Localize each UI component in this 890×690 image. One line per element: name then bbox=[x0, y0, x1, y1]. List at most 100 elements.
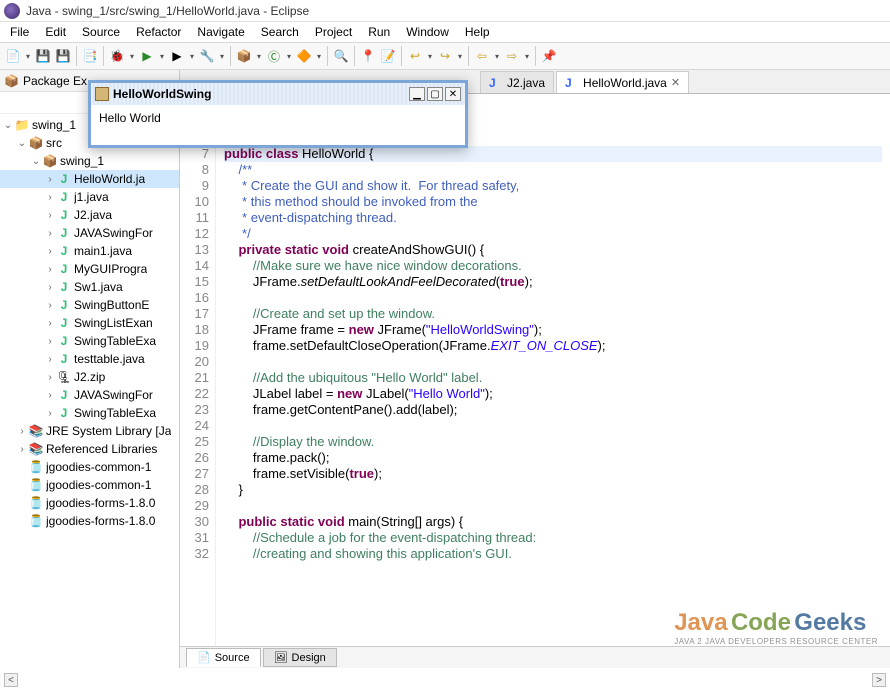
dropdown-icon[interactable]: ▾ bbox=[255, 52, 263, 61]
code-line[interactable]: /** bbox=[224, 162, 882, 178]
project-tree[interactable]: ⌄swing_1⌄src⌄swing_1›HelloWorld.ja›j1.ja… bbox=[0, 114, 179, 668]
code-line[interactable]: */ bbox=[224, 226, 882, 242]
menu-navigate[interactable]: Navigate bbox=[191, 23, 250, 41]
tab-design[interactable]: 🖼Design bbox=[263, 648, 337, 667]
tab-source[interactable]: 📄Source bbox=[186, 648, 261, 667]
forward-icon[interactable]: ⇨ bbox=[503, 47, 521, 65]
code-line[interactable] bbox=[224, 498, 882, 514]
tree-item[interactable]: ›SwingButtonE bbox=[0, 296, 179, 314]
tree-item[interactable]: ›SwingTableExa bbox=[0, 404, 179, 422]
tree-item[interactable]: jgoodies-forms-1.8.0 bbox=[0, 494, 179, 512]
menu-refactor[interactable]: Refactor bbox=[130, 23, 187, 41]
menu-help[interactable]: Help bbox=[459, 23, 496, 41]
code-line[interactable]: * Create the GUI and show it. For thread… bbox=[224, 178, 882, 194]
tree-item[interactable]: ›j1.java bbox=[0, 188, 179, 206]
tree-item[interactable]: ›testtable.java bbox=[0, 350, 179, 368]
code-line[interactable]: private static void createAndShowGUI() { bbox=[224, 242, 882, 258]
dropdown-icon[interactable]: ▾ bbox=[158, 52, 166, 61]
code-line[interactable]: * this method should be invoked from the bbox=[224, 194, 882, 210]
swing-demo-window[interactable]: HelloWorldSwing ▁ ▢ ✕ Hello World bbox=[88, 80, 468, 148]
scroll-right-icon[interactable]: > bbox=[872, 673, 886, 687]
tree-item[interactable]: ›HelloWorld.ja bbox=[0, 170, 179, 188]
menu-window[interactable]: Window bbox=[400, 23, 455, 41]
tree-item[interactable]: ›SwingListExan bbox=[0, 314, 179, 332]
code-line[interactable]: } bbox=[224, 482, 882, 498]
maximize-icon[interactable]: ▢ bbox=[427, 87, 443, 101]
run-icon[interactable]: ▶ bbox=[138, 47, 156, 65]
code-line[interactable] bbox=[224, 354, 882, 370]
menu-project[interactable]: Project bbox=[309, 23, 358, 41]
tree-item[interactable]: ›Referenced Libraries bbox=[0, 440, 179, 458]
code-line[interactable]: //Create and set up the window. bbox=[224, 306, 882, 322]
pin-icon[interactable]: 📌 bbox=[540, 47, 558, 65]
new-icon[interactable]: 📄 bbox=[4, 47, 22, 65]
dropdown-icon[interactable]: ▾ bbox=[24, 52, 32, 61]
menu-edit[interactable]: Edit bbox=[39, 23, 72, 41]
save-icon[interactable]: 💾 bbox=[34, 47, 52, 65]
swing-titlebar[interactable]: HelloWorldSwing ▁ ▢ ✕ bbox=[91, 83, 465, 105]
dropdown-icon[interactable]: ▾ bbox=[188, 52, 196, 61]
tree-item[interactable]: ›MyGUIProgra bbox=[0, 260, 179, 278]
save-all-icon[interactable]: 💾 bbox=[54, 47, 72, 65]
coverage-icon[interactable]: ▶ bbox=[168, 47, 186, 65]
code-line[interactable] bbox=[224, 290, 882, 306]
next-edit-icon[interactable]: ↪ bbox=[436, 47, 454, 65]
code-line[interactable]: frame.setVisible(true); bbox=[224, 466, 882, 482]
editor-tab[interactable]: JJ2.java bbox=[480, 71, 554, 93]
tree-item[interactable]: ›JAVASwingFor bbox=[0, 386, 179, 404]
tree-item[interactable]: ›J2.zip bbox=[0, 368, 179, 386]
menu-file[interactable]: File bbox=[4, 23, 35, 41]
code-line[interactable] bbox=[224, 418, 882, 434]
code-line[interactable]: JFrame.setDefaultLookAndFeelDecorated(tr… bbox=[224, 274, 882, 290]
dropdown-icon[interactable]: ▾ bbox=[493, 52, 501, 61]
close-tab-icon[interactable]: ✕ bbox=[671, 76, 680, 89]
tree-item[interactable]: ›Sw1.java bbox=[0, 278, 179, 296]
dropdown-icon[interactable]: ▾ bbox=[456, 52, 464, 61]
tree-item[interactable]: ⌄swing_1 bbox=[0, 152, 179, 170]
tree-item[interactable]: jgoodies-common-1 bbox=[0, 458, 179, 476]
tree-item[interactable]: ›SwingTableExa bbox=[0, 332, 179, 350]
debug-icon[interactable]: 🐞 bbox=[108, 47, 126, 65]
code-line[interactable]: //Display the window. bbox=[224, 434, 882, 450]
tree-item[interactable]: ›JAVASwingFor bbox=[0, 224, 179, 242]
code-editor[interactable]: 4567891011121314151617181920212223242526… bbox=[180, 94, 890, 646]
menu-search[interactable]: Search bbox=[255, 23, 305, 41]
code-line[interactable]: JLabel label = new JLabel("Hello World")… bbox=[224, 386, 882, 402]
back-icon[interactable]: ⇦ bbox=[473, 47, 491, 65]
new-package-icon[interactable]: 📦 bbox=[235, 47, 253, 65]
code-line[interactable]: * event-dispatching thread. bbox=[224, 210, 882, 226]
minimize-icon[interactable]: ▁ bbox=[409, 87, 425, 101]
dropdown-icon[interactable]: ▾ bbox=[218, 52, 226, 61]
code-line[interactable]: frame.setDefaultCloseOperation(JFrame.EX… bbox=[224, 338, 882, 354]
dropdown-icon[interactable]: ▾ bbox=[128, 52, 136, 61]
editor-tab[interactable]: JHelloWorld.java✕ bbox=[556, 71, 689, 93]
annotation-icon[interactable]: 📝 bbox=[379, 47, 397, 65]
new-class-icon[interactable]: Ⓒ bbox=[265, 47, 283, 65]
code-line[interactable]: JFrame frame = new JFrame("HelloWorldSwi… bbox=[224, 322, 882, 338]
dropdown-icon[interactable]: ▾ bbox=[426, 52, 434, 61]
code-line[interactable]: //Make sure we have nice window decorati… bbox=[224, 258, 882, 274]
tree-item[interactable]: jgoodies-common-1 bbox=[0, 476, 179, 494]
code-line[interactable]: public class HelloWorld { bbox=[224, 146, 882, 162]
code-line[interactable]: //creating and showing this application'… bbox=[224, 546, 882, 562]
tree-item[interactable]: jgoodies-forms-1.8.0 bbox=[0, 512, 179, 530]
tree-item[interactable]: ›JRE System Library [Ja bbox=[0, 422, 179, 440]
switch-editor-icon[interactable]: 📑 bbox=[81, 47, 99, 65]
code-line[interactable]: frame.pack(); bbox=[224, 450, 882, 466]
code-line[interactable]: public static void main(String[] args) { bbox=[224, 514, 882, 530]
tree-item[interactable]: ›J2.java bbox=[0, 206, 179, 224]
code-area[interactable]: import javax.swing.*; public class Hello… bbox=[216, 94, 890, 646]
close-icon[interactable]: ✕ bbox=[445, 87, 461, 101]
code-line[interactable]: //Add the ubiquitous "Hello World" label… bbox=[224, 370, 882, 386]
menu-source[interactable]: Source bbox=[76, 23, 126, 41]
scroll-left-icon[interactable]: < bbox=[4, 673, 18, 687]
prev-edit-icon[interactable]: ↩ bbox=[406, 47, 424, 65]
code-line[interactable]: frame.getContentPane().add(label); bbox=[224, 402, 882, 418]
dropdown-icon[interactable]: ▾ bbox=[523, 52, 531, 61]
code-line[interactable]: //Schedule a job for the event-dispatchi… bbox=[224, 530, 882, 546]
dropdown-icon[interactable]: ▾ bbox=[315, 52, 323, 61]
tree-item[interactable]: ›main1.java bbox=[0, 242, 179, 260]
search-icon[interactable]: 🔍 bbox=[332, 47, 350, 65]
dropdown-icon[interactable]: ▾ bbox=[285, 52, 293, 61]
external-tools-icon[interactable]: 🔧 bbox=[198, 47, 216, 65]
